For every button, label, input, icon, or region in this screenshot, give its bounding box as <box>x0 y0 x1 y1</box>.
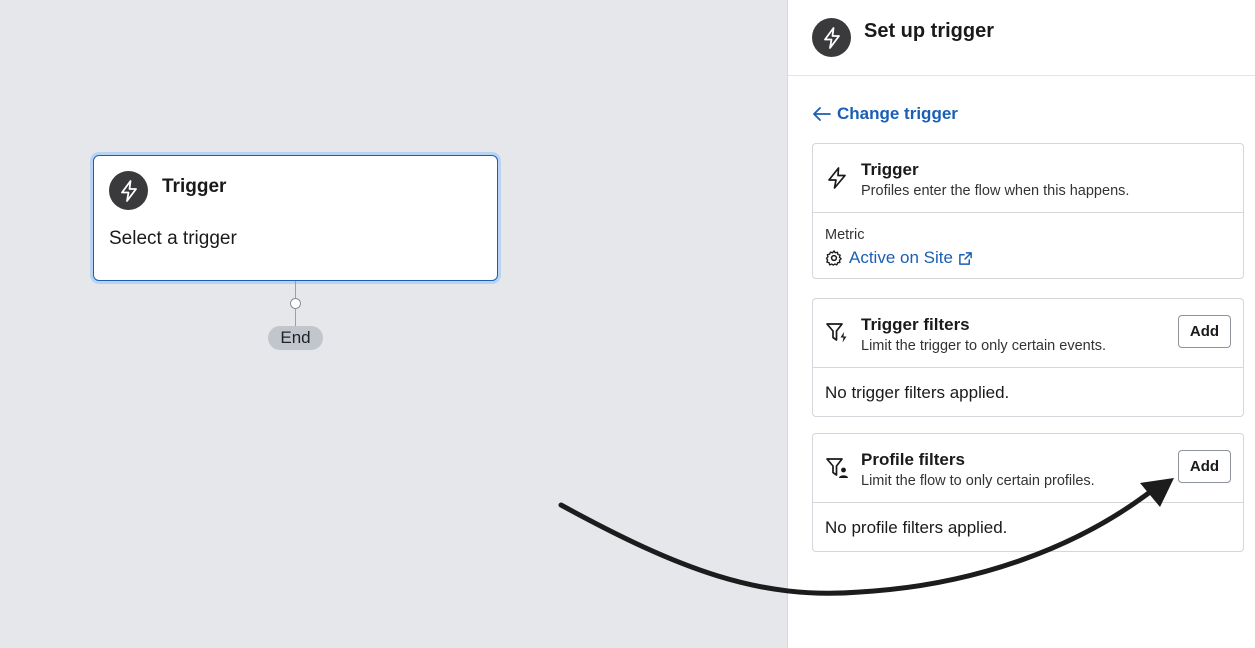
gear-icon <box>825 250 842 266</box>
end-node: End <box>268 326 323 350</box>
metric-label: Metric <box>825 227 865 243</box>
flow-canvas[interactable]: Trigger Select a trigger End <box>0 0 787 648</box>
filter-lightning-icon <box>826 323 847 343</box>
change-trigger-link[interactable]: Change trigger <box>812 104 958 124</box>
trigger-filters-card: Trigger filters Limit the trigger to onl… <box>812 298 1244 417</box>
trigger-card: Trigger Profiles enter the flow when thi… <box>812 143 1244 279</box>
add-profile-filter-button[interactable]: Add <box>1178 450 1231 483</box>
trigger-card-header: Trigger Profiles enter the flow when thi… <box>813 144 1243 213</box>
metric-link[interactable]: Active on Site <box>825 248 973 268</box>
profile-filters-header: Profile filters Limit the flow to only c… <box>813 434 1243 503</box>
node-subtitle: Select a trigger <box>109 228 237 249</box>
profile-filters-title: Profile filters <box>861 450 965 469</box>
trigger-filters-description: Limit the trigger to only certain events… <box>861 338 1107 354</box>
node-title: Trigger <box>162 176 227 197</box>
trigger-card-description: Profiles enter the flow when this happen… <box>861 183 1130 199</box>
lightning-icon <box>828 167 846 189</box>
trigger-card-title: Trigger <box>861 160 919 179</box>
profile-filters-card: Profile filters Limit the flow to only c… <box>812 433 1244 552</box>
profile-filters-description: Limit the flow to only certain profiles. <box>861 473 1095 489</box>
lightning-icon <box>812 18 851 57</box>
trigger-filters-header: Trigger filters Limit the trigger to onl… <box>813 299 1243 368</box>
external-link-icon <box>959 251 972 265</box>
add-trigger-filter-button[interactable]: Add <box>1178 315 1231 348</box>
trigger-node[interactable]: Trigger Select a trigger <box>93 155 498 281</box>
metric-value: Active on Site <box>849 248 953 267</box>
profile-filters-empty: No profile filters applied. <box>825 518 1008 537</box>
change-trigger-label: Change trigger <box>837 104 958 123</box>
lightning-icon <box>109 171 148 210</box>
add-step-point[interactable] <box>290 298 301 309</box>
panel-header: Set up trigger <box>788 0 1255 76</box>
metric-row: Metric Active on Site <box>813 213 1243 279</box>
filter-person-icon <box>826 458 848 478</box>
trigger-filters-empty: No trigger filters applied. <box>825 383 1010 402</box>
panel-title: Set up trigger <box>864 20 995 42</box>
setup-panel: Set up trigger Change trigger Trigger Pr… <box>787 0 1255 648</box>
arrow-left-icon <box>813 107 831 121</box>
trigger-filters-title: Trigger filters <box>861 315 970 334</box>
